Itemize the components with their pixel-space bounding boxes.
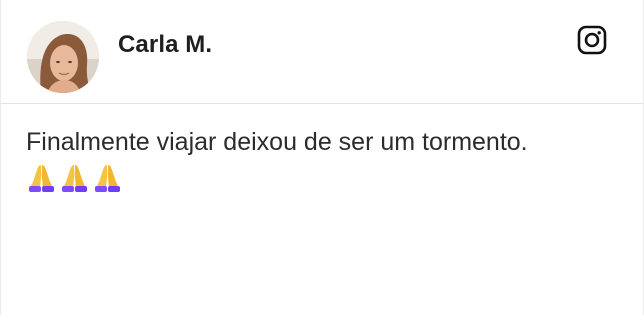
testimonial-card: Carla M. Finalmente viajar deixou de ser… [0,0,644,315]
instagram-icon[interactable] [576,24,608,56]
testimonial-text: Finalmente viajar deixou de ser um torme… [26,128,528,156]
emoji-row [27,162,122,192]
folded-hands-emoji [95,165,120,192]
card-header: Carla M. [0,0,644,104]
folded-hands-emoji [62,165,87,192]
author-name: Carla M. [118,31,213,58]
avatar [27,21,99,93]
card-body: Finalmente viajar deixou de ser um torme… [0,104,644,315]
avatar-photo [27,21,99,93]
folded-hands-emoji [29,165,54,192]
